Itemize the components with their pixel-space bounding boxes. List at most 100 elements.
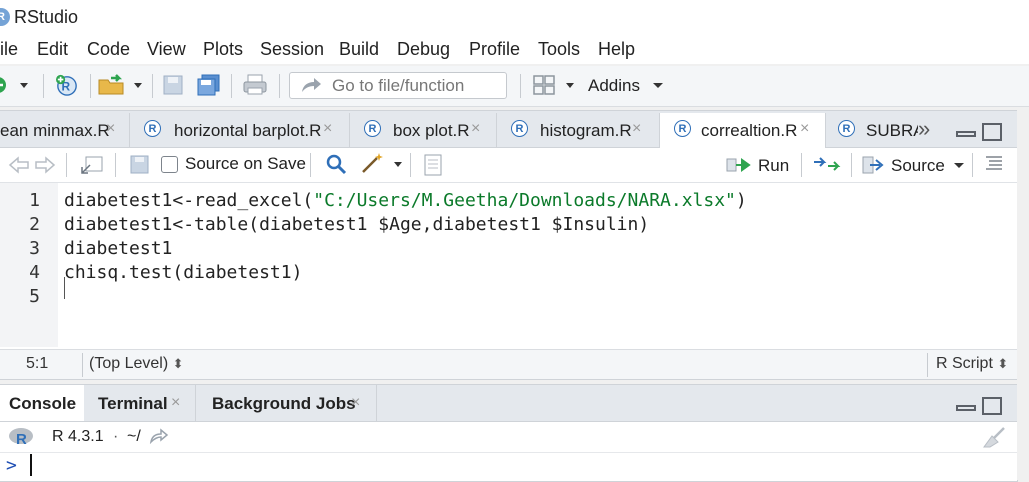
tab-correaltion[interactable]: R correaltion.R × <box>660 113 826 148</box>
toolbar-separator <box>801 153 802 177</box>
print-icon[interactable] <box>242 74 268 96</box>
line-number: 5 <box>29 286 40 307</box>
menu-plots[interactable]: Plots <box>203 39 243 60</box>
menu-profile[interactable]: Profile <box>469 39 520 60</box>
goto-file-function-input[interactable]: Go to file/function <box>289 72 507 99</box>
scope-selector[interactable]: (Top Level) ⬍ <box>89 355 184 373</box>
menu-code[interactable]: Code <box>87 39 130 60</box>
addins-label: Addins <box>588 76 640 95</box>
source-button[interactable]: Source <box>891 156 945 176</box>
code-tools-wand-icon[interactable] <box>360 151 404 175</box>
show-in-window-icon[interactable] <box>80 155 104 175</box>
tab-horizontal-barplot[interactable]: R horizontal barplot.R × <box>130 113 350 147</box>
goto-arrow-icon <box>302 78 321 92</box>
source-on-save-checkbox[interactable] <box>161 156 178 173</box>
console-tab-strip: Console Terminal × Background Jobs × <box>0 385 1017 422</box>
updown-icon: ⬍ <box>172 356 184 371</box>
menu-help[interactable]: Help <box>598 39 635 60</box>
rerun-icon[interactable] <box>812 154 842 174</box>
menu-debug[interactable]: Debug <box>397 39 450 60</box>
tab-label: ean minmax.R <box>0 121 110 140</box>
source-arrow-icon[interactable] <box>862 155 888 175</box>
tab-background-jobs[interactable]: Background Jobs × <box>196 385 377 421</box>
r-file-icon: R <box>674 120 691 137</box>
chevron-down-icon[interactable] <box>953 162 965 170</box>
tab-minmax[interactable]: ean minmax.R × <box>0 113 130 147</box>
toolbar-separator <box>520 74 521 98</box>
window-title: RStudio <box>14 7 79 27</box>
chevron-down-icon <box>652 83 663 88</box>
back-forward-icon[interactable] <box>8 155 56 175</box>
run-button[interactable]: Run <box>758 156 789 176</box>
close-icon[interactable]: × <box>323 120 332 138</box>
document-outline-icon[interactable] <box>984 155 1004 171</box>
toolbar-separator <box>927 353 928 377</box>
close-icon[interactable]: × <box>471 120 480 138</box>
tab-terminal[interactable]: Terminal × <box>85 385 196 421</box>
svg-text:R: R <box>16 431 27 448</box>
save-icon[interactable] <box>162 74 184 96</box>
tab-histogram[interactable]: R histogram.R × <box>497 113 660 147</box>
tab-label: SUBRA <box>866 121 918 140</box>
clear-console-broom-icon[interactable] <box>982 426 1008 448</box>
goto-directory-icon[interactable] <box>149 428 169 444</box>
tab-box-plot[interactable]: R box plot.R × <box>350 113 497 147</box>
title-bar: R RStudio <box>0 0 1029 34</box>
code-text: diabetest1<-read_excel( <box>64 190 314 211</box>
save-icon[interactable] <box>129 155 151 175</box>
console-info-bar: R R 4.3.1 · ~/ <box>0 422 1017 453</box>
close-icon[interactable]: × <box>800 120 809 138</box>
menu-bar: ile Edit Code View Plots Session Build D… <box>0 34 1029 64</box>
save-all-icon[interactable] <box>196 74 222 96</box>
menu-tools[interactable]: Tools <box>538 39 580 60</box>
close-icon[interactable]: × <box>632 120 641 138</box>
menu-view[interactable]: View <box>147 39 186 60</box>
search-icon[interactable] <box>325 153 347 175</box>
close-icon[interactable]: × <box>106 120 115 138</box>
maximize-pane-icon[interactable] <box>982 123 1002 141</box>
code-line: diabetest1<-read_excel("C:/Users/M.Geeth… <box>64 190 747 211</box>
file-type-selector[interactable]: R Script ⬍ <box>936 355 1008 373</box>
code-line: diabetest1 <box>64 238 172 259</box>
menu-file[interactable]: ile <box>0 39 18 60</box>
compile-report-icon[interactable] <box>423 154 443 176</box>
toolbar-separator <box>851 153 852 177</box>
tab-subra[interactable]: R SUBRA <box>826 113 922 147</box>
source-on-save-label: Source on Save <box>185 154 306 173</box>
close-icon[interactable]: × <box>171 394 180 412</box>
addins-menu[interactable]: Addins <box>588 76 665 96</box>
minimize-pane-icon[interactable] <box>956 131 976 137</box>
rstudio-logo-icon: R <box>0 8 10 26</box>
close-icon[interactable]: × <box>351 394 360 412</box>
goto-placeholder: Go to file/function <box>332 76 465 95</box>
toolbar-separator <box>972 153 973 177</box>
toolbar-separator <box>66 153 67 177</box>
r-logo-icon: R <box>9 428 33 448</box>
minimize-pane-icon[interactable] <box>956 405 976 411</box>
line-number: 4 <box>29 262 40 283</box>
scope-label: (Top Level) <box>89 355 169 372</box>
menu-edit[interactable]: Edit <box>37 39 68 60</box>
workspace-panes-icon[interactable] <box>532 74 580 96</box>
new-file-icon[interactable] <box>0 74 36 96</box>
toolbar-separator <box>115 153 116 177</box>
toolbar-separator <box>82 353 83 377</box>
tab-console[interactable]: Console <box>0 385 84 421</box>
line-number: 3 <box>29 238 40 259</box>
code-line: diabetest1<-table(diabetest1 $Age,diabet… <box>64 214 649 235</box>
working-directory[interactable]: ~/ <box>127 428 141 446</box>
code-editor[interactable]: 1 2 3 4 5 diabetest1<-read_excel("C:/Use… <box>0 183 1017 347</box>
toolbar-separator <box>231 74 232 98</box>
tab-label: Terminal <box>98 394 168 413</box>
new-project-icon[interactable]: R <box>52 74 82 96</box>
maximize-pane-icon[interactable] <box>982 397 1002 415</box>
run-arrow-icon[interactable] <box>726 156 756 174</box>
r-file-icon: R <box>511 120 528 137</box>
menu-build[interactable]: Build <box>339 39 379 60</box>
toolbar-separator <box>410 153 411 177</box>
open-file-icon[interactable] <box>97 74 145 96</box>
code-text: chisq.test(diabetest1) <box>64 262 303 283</box>
tab-overflow-icon[interactable]: » <box>918 116 930 142</box>
menu-session[interactable]: Session <box>260 39 324 60</box>
line-number: 2 <box>29 214 40 235</box>
